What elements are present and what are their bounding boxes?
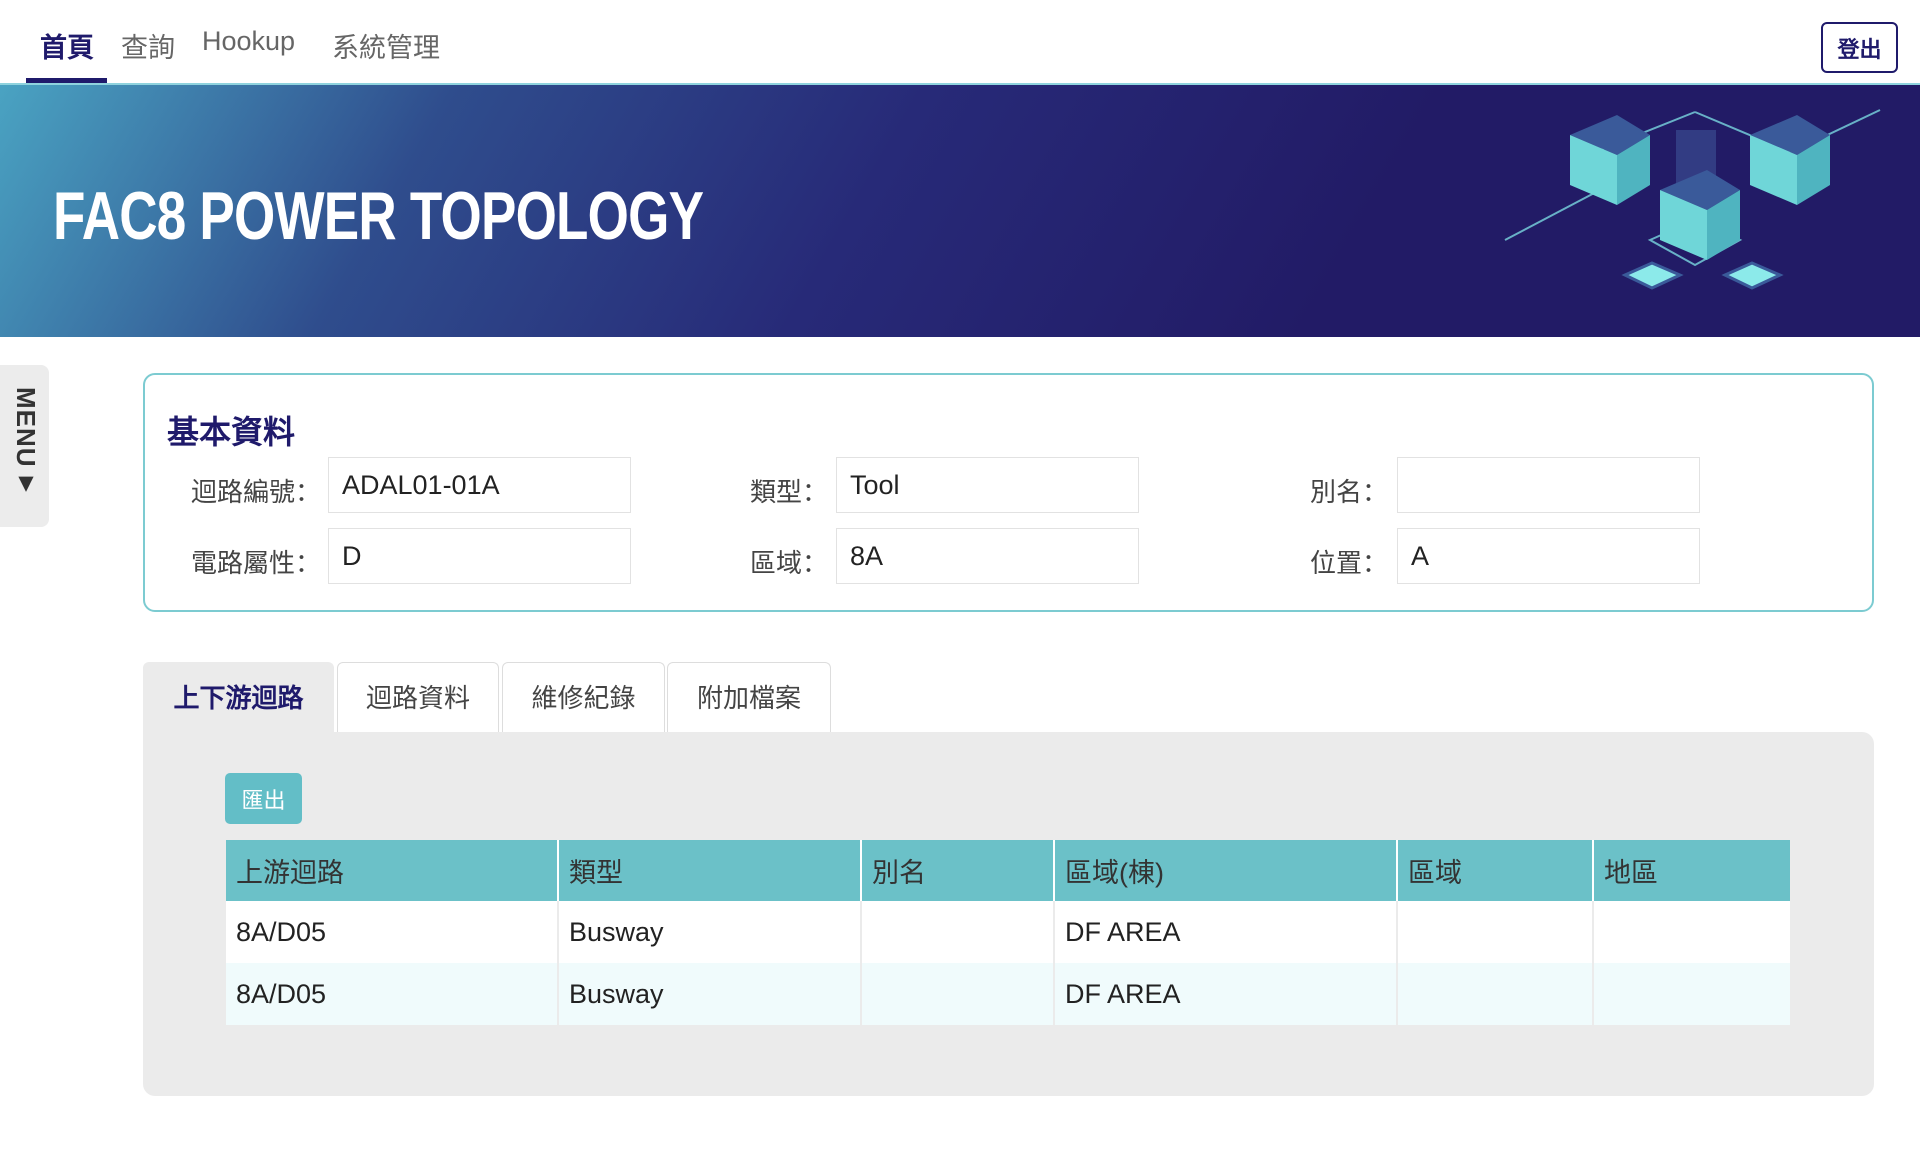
- alias-field[interactable]: [1397, 457, 1700, 513]
- upstream-table: 上游迴路 類型 別名 區域(棟) 區域 地區 8A/D05 Busway DF …: [226, 840, 1790, 1025]
- cell: [1397, 963, 1594, 1025]
- top-nav: 首頁 查詢 Hookup 系統管理 登出: [0, 0, 1920, 84]
- cell: [861, 963, 1055, 1025]
- type-field[interactable]: Tool: [836, 457, 1139, 513]
- cell: [1593, 901, 1790, 963]
- cell: Busway: [558, 901, 862, 963]
- col-area: 區域: [1397, 840, 1594, 901]
- col-type: 類型: [558, 840, 862, 901]
- tab-attachments[interactable]: 附加檔案: [667, 662, 831, 733]
- area-field[interactable]: 8A: [836, 528, 1139, 584]
- menu-label: MENU▼: [11, 387, 41, 499]
- col-alias: 別名: [861, 840, 1055, 901]
- basic-info-panel: 基本資料 迴路編號： ADAL01-01A 類型： Tool 別名： 電路屬性：…: [143, 373, 1874, 612]
- nav-query[interactable]: 查詢: [121, 26, 175, 65]
- tab-maintenance-records[interactable]: 維修紀錄: [502, 662, 665, 733]
- server-cube-center: [1660, 170, 1740, 260]
- cell: Busway: [558, 963, 862, 1025]
- cell: DF AREA: [1054, 901, 1398, 963]
- server-cube-right: [1750, 115, 1830, 205]
- menu-toggle[interactable]: MENU▼: [0, 365, 49, 527]
- location-field[interactable]: A: [1397, 528, 1700, 584]
- col-area-building: 區域(棟): [1054, 840, 1398, 901]
- alias-label: 別名：: [1309, 477, 1388, 507]
- col-upstream-circuit: 上游迴路: [226, 840, 559, 901]
- tab-circuit-data[interactable]: 迴路資料: [337, 662, 499, 733]
- cell: DF AREA: [1054, 963, 1398, 1025]
- table-row[interactable]: 8A/D05 Busway DF AREA: [226, 963, 1790, 1025]
- cell: 8A/D05: [226, 963, 559, 1025]
- circuit-attribute-field[interactable]: D: [328, 528, 631, 584]
- banner-title: FAC8 POWER TOPOLOGY: [53, 178, 704, 254]
- table-row[interactable]: 8A/D05 Busway DF AREA: [226, 901, 1790, 963]
- cell: [861, 901, 1055, 963]
- server-topology-illustration: [1504, 109, 1881, 290]
- tab-upstream-downstream[interactable]: 上下游迴路: [143, 662, 334, 733]
- col-region: 地區: [1593, 840, 1790, 901]
- circuit-id-field[interactable]: ADAL01-01A: [328, 457, 631, 513]
- circuit-id-label: 迴路編號：: [190, 477, 321, 507]
- nav-system-admin[interactable]: 系統管理: [332, 26, 440, 65]
- nav-hookup[interactable]: Hookup: [202, 26, 295, 57]
- basic-info-title: 基本資料: [167, 414, 296, 450]
- logout-button[interactable]: 登出: [1821, 22, 1898, 73]
- cell: [1593, 963, 1790, 1025]
- table-header-row: 上游迴路 類型 別名 區域(棟) 區域 地區: [226, 840, 1790, 901]
- area-label: 區域：: [749, 548, 828, 578]
- type-label: 類型：: [749, 477, 828, 507]
- hero-banner: FAC8 POWER TOPOLOGY: [0, 83, 1920, 337]
- tab-panel: 匯出 上游迴路 類型 別名 區域(棟) 區域 地區 8A/D05 Busway …: [143, 732, 1874, 1096]
- cell: [1397, 901, 1594, 963]
- location-label: 位置：: [1309, 548, 1388, 578]
- server-cube-left: [1570, 115, 1650, 205]
- nav-home[interactable]: 首頁: [40, 26, 94, 65]
- cell: 8A/D05: [226, 901, 559, 963]
- export-button[interactable]: 匯出: [225, 773, 302, 824]
- circuit-attribute-label: 電路屬性：: [190, 548, 321, 578]
